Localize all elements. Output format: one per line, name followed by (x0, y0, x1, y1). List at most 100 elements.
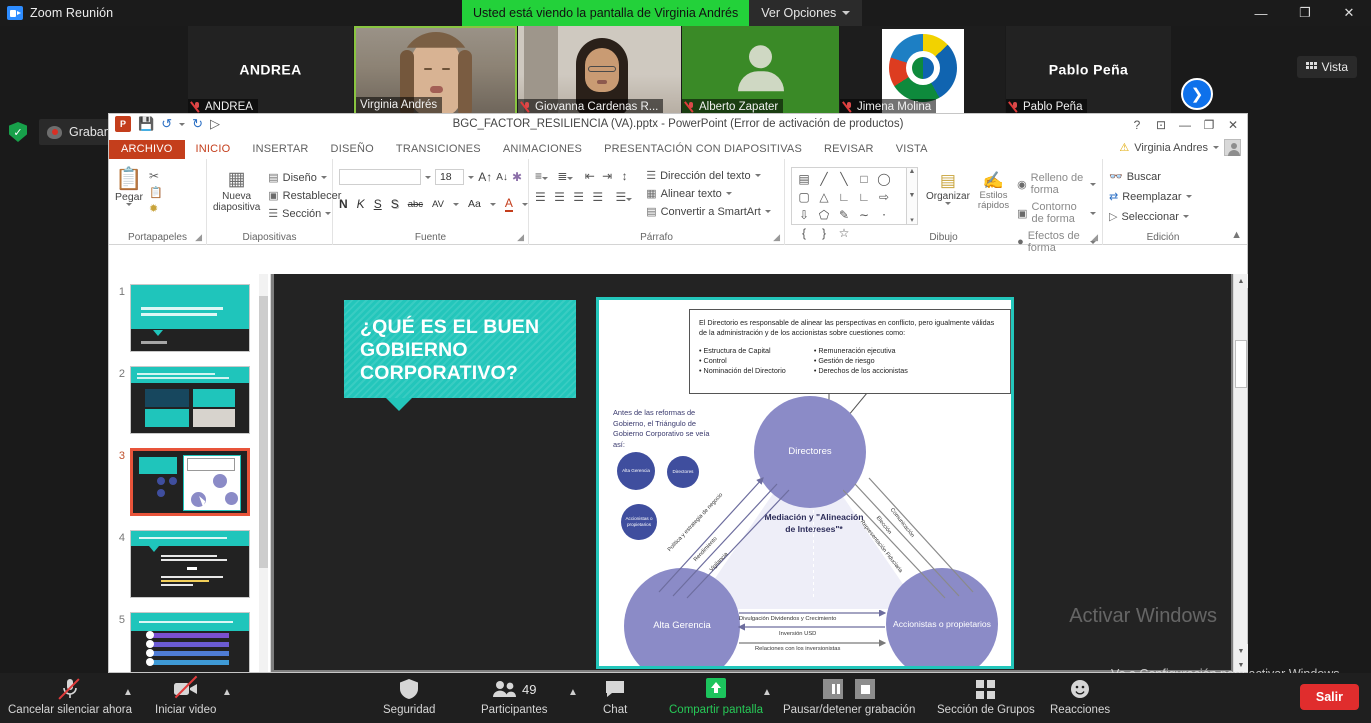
slide-thumbnail-2[interactable]: 2 (109, 366, 261, 434)
freeform-shape-icon[interactable]: ✎ (834, 206, 854, 224)
restore-button[interactable]: ❐ (1197, 115, 1221, 135)
convert-smartart-button[interactable]: ▤ Convertir a SmartArt (646, 205, 771, 218)
ribbon-display-options-button[interactable]: ⊡ (1149, 115, 1173, 135)
arc-shape-icon[interactable]: ⋅ (874, 206, 894, 224)
participant-tile-alberto-zapater[interactable]: Alberto Zapater (682, 26, 839, 115)
replace-button[interactable]: ⇄ Reemplazar (1109, 190, 1217, 203)
clear-formatting-icon[interactable]: ✱ (512, 170, 522, 184)
tab-diseno[interactable]: DISEÑO (320, 141, 385, 159)
participant-tile-jimena-molina[interactable]: Jimena Molina (840, 26, 1005, 115)
select-button[interactable]: ▷ Seleccionar (1109, 210, 1217, 223)
shape-fill-button[interactable]: ◉ Relleno de forma (1017, 172, 1096, 196)
italic-button[interactable]: K (357, 197, 365, 211)
scroll-up-button[interactable]: ▲ (1234, 274, 1248, 288)
bold-button[interactable]: N (339, 197, 348, 211)
leave-meeting-button[interactable]: Salir (1299, 684, 1359, 710)
scrollbar-thumb[interactable] (1235, 340, 1247, 388)
chevron-down-icon[interactable] (521, 202, 528, 206)
line-spacing-icon[interactable]: ↕ (622, 169, 628, 183)
toolbar-pause-stop-recording-button[interactable]: Pausar/detener grabación (783, 677, 915, 716)
slide-title-callout[interactable]: ¿QUÉ ES EL BUEN GOBIERNO CORPORATIVO? (344, 300, 576, 411)
toolbar-chat-button[interactable]: Chat (603, 677, 627, 716)
cut-scissors-icon[interactable]: ✂ (149, 169, 163, 183)
gallery-more-icon[interactable]: ▾ (910, 216, 914, 224)
toolbar-participants-button[interactable]: 49 Participantes (481, 677, 547, 716)
bullets-icon[interactable]: ≡ (535, 169, 542, 183)
line-shape-icon[interactable]: ╱ (814, 170, 834, 188)
font-name-input[interactable] (339, 169, 421, 185)
tab-archivo[interactable]: ARCHIVO (109, 140, 185, 159)
view-options-button[interactable]: Ver Opciones (749, 0, 863, 26)
increase-indent-icon[interactable]: ⇥ (602, 169, 612, 183)
minimize-button[interactable]: — (1173, 115, 1197, 135)
participant-tile-giovanna-cardenas[interactable]: Giovanna Cardenas R... (518, 26, 681, 115)
share-options-chevron-icon[interactable]: ▲ (762, 687, 772, 698)
oval-shape-icon[interactable]: ◯ (874, 170, 894, 188)
dialog-launcher-parrafo[interactable]: ◢ (773, 232, 780, 243)
chevron-down-icon[interactable] (126, 203, 133, 206)
slide-thumbnail-1[interactable]: 1 (109, 284, 261, 352)
toolbar-mute-button[interactable]: Cancelar silenciar ahora (8, 677, 132, 716)
align-right-icon[interactable]: ☰ (573, 190, 584, 204)
font-color-button[interactable]: A (504, 196, 513, 212)
audio-options-chevron-icon[interactable]: ▲ (123, 687, 133, 698)
close-button[interactable]: ✕ (1327, 0, 1371, 26)
justify-icon[interactable]: ☰ (592, 190, 603, 204)
curve-shape-icon[interactable]: ∼ (854, 206, 874, 224)
shape-outline-button[interactable]: ▣ Contorno de forma (1017, 201, 1096, 225)
participant-tile-andrea[interactable]: ANDREA ANDREA (188, 26, 353, 115)
scroll-up-icon[interactable]: ▲ (909, 168, 916, 175)
governance-diagram[interactable]: El Directorio es responsable de alinear … (596, 297, 1014, 669)
current-slide[interactable]: ¿QUÉ ES EL BUEN GOBIERNO CORPORATIVO? El… (274, 274, 1231, 670)
next-participants-button[interactable]: ❯ (1181, 78, 1213, 110)
dialog-launcher-portapapeles[interactable]: ◢ (195, 232, 202, 243)
tab-inicio[interactable]: INICIO (185, 141, 242, 159)
numbering-icon[interactable]: ≣ (557, 169, 567, 183)
slide-vertical-scrollbar[interactable]: ▲ ▼ ▼ (1233, 274, 1248, 672)
toolbar-security-button[interactable]: Seguridad (383, 677, 435, 716)
underline-button[interactable]: S (374, 197, 382, 211)
quick-styles-button[interactable]: ✍ Estilos rápidos (978, 167, 1009, 211)
chevron-down-icon[interactable] (489, 202, 496, 206)
rounded-rect-shape-icon[interactable]: ▢ (794, 188, 814, 206)
decrease-font-icon[interactable]: A↓ (496, 172, 508, 183)
increase-font-icon[interactable]: A↑ (478, 170, 492, 184)
minimize-button[interactable]: — (1239, 0, 1283, 26)
right-arrow-shape-icon[interactable]: ⇨ (874, 188, 894, 206)
chevron-down-icon[interactable] (453, 202, 460, 206)
shapes-gallery[interactable]: ▤ ╱ ╲ □ ◯ ▢ △ ∟ ∟ ⇨ ⇩ ⬠ ✎ ∼ ⋅ {} ☆ (791, 167, 907, 240)
reset-button[interactable]: ▣ Restablecer (268, 189, 341, 203)
tab-revisar[interactable]: REVISAR (813, 141, 885, 159)
align-text-button[interactable]: ▦ Alinear texto (646, 187, 771, 200)
tab-transiciones[interactable]: TRANSICIONES (385, 141, 492, 159)
chevron-down-icon[interactable] (424, 175, 431, 179)
close-button[interactable]: ✕ (1221, 115, 1245, 135)
character-spacing-button[interactable]: AV (432, 199, 444, 210)
help-button[interactable]: ? (1125, 115, 1149, 135)
slide-thumbnail-3[interactable]: 3 (109, 448, 261, 516)
align-center-icon[interactable]: ☰ (554, 190, 565, 204)
participant-tile-virginia-andres[interactable]: Virginia Andrés (354, 26, 517, 115)
tab-presentacion-con-diapositivas[interactable]: PRESENTACIÓN CON DIAPOSITIVAS (593, 141, 813, 159)
slide-thumbnail-4[interactable]: 4 (109, 530, 261, 598)
font-size-input[interactable]: 18 (434, 169, 465, 185)
maximize-button[interactable]: ❐ (1283, 0, 1327, 26)
arrange-button[interactable]: ▤ Organizar (926, 167, 970, 205)
text-direction-button[interactable]: ☰ Dirección del texto (646, 169, 771, 182)
change-case-button[interactable]: Aa (468, 198, 481, 210)
tab-vista[interactable]: VISTA (885, 141, 939, 159)
tab-insertar[interactable]: INSERTAR (241, 141, 319, 159)
rectangle-shape-icon[interactable]: □ (854, 170, 874, 188)
collapse-ribbon-button[interactable]: ▲ (1231, 229, 1242, 241)
chevron-down-icon[interactable] (468, 175, 475, 179)
find-button[interactable]: 👓 Buscar (1109, 170, 1217, 184)
arrow-line-shape-icon[interactable]: ╲ (834, 170, 854, 188)
triangle-shape-icon[interactable]: △ (814, 188, 834, 206)
slide-thumbnails-panel[interactable]: 1 2 3 4 5 (109, 274, 271, 672)
down-arrow-shape-icon[interactable]: ⇩ (794, 206, 814, 224)
account-menu[interactable]: ⚠ Virginia Andres (1119, 139, 1241, 156)
video-options-chevron-icon[interactable]: ▲ (222, 687, 232, 698)
dialog-launcher-fuente[interactable]: ◢ (517, 232, 524, 243)
format-painter-icon[interactable]: ✹ (149, 202, 163, 215)
copy-icon[interactable]: 📋 (149, 186, 163, 199)
